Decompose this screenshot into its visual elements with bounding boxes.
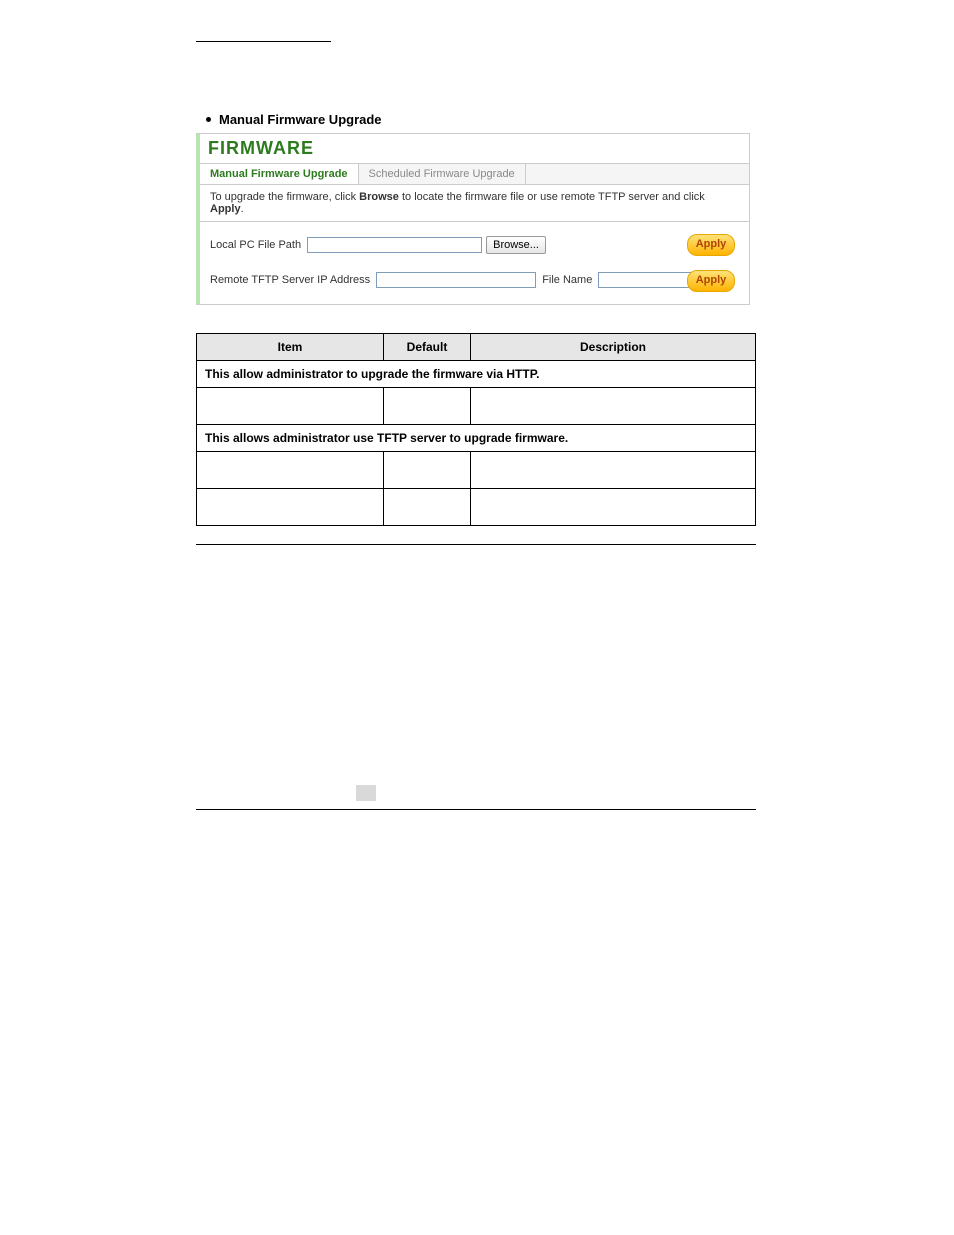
col-header-default: Default (384, 334, 471, 361)
table-row (197, 489, 756, 526)
cell-empty (384, 388, 471, 425)
tab-scheduled-firmware-upgrade[interactable]: Scheduled Firmware Upgrade (359, 164, 526, 184)
divider-line (196, 544, 756, 545)
row-remote-tftp: Remote TFTP Server IP Address File Name … (210, 272, 739, 288)
table-row (197, 388, 756, 425)
panel-title: FIRMWARE (200, 134, 749, 164)
description-table: Item Default Description This allow admi… (196, 333, 756, 526)
apply-button-local[interactable]: Apply (687, 234, 735, 256)
label-remote-tftp-ip: Remote TFTP Server IP Address (210, 274, 370, 286)
table-section-http: This allow administrator to upgrade the … (197, 361, 756, 388)
section-http-text: This allow administrator to upgrade the … (197, 361, 756, 388)
row-local-pc-file-path: Local PC File Path Browse... Apply (210, 236, 739, 254)
cell-empty (471, 388, 756, 425)
col-header-item: Item (197, 334, 384, 361)
apply-button-remote[interactable]: Apply (687, 270, 735, 292)
panel-instruction: To upgrade the firmware, click Browse to… (200, 185, 749, 222)
cell-empty (197, 452, 384, 489)
tab-manual-firmware-upgrade[interactable]: Manual Firmware Upgrade (200, 164, 359, 184)
page-footer (196, 785, 756, 805)
cell-empty (197, 388, 384, 425)
cell-empty (197, 489, 384, 526)
subsection-heading: Manual Firmware Upgrade (206, 112, 756, 127)
section-divider-short (196, 40, 331, 42)
table-header-row: Item Default Description (197, 334, 756, 361)
page-number-box (356, 785, 376, 801)
section-tftp-text: This allows administrator use TFTP serve… (197, 425, 756, 452)
instr-text-1: To upgrade the firmware, click (210, 191, 359, 203)
footer-line (196, 809, 756, 810)
instr-text-2: to locate the firmware file or use remot… (399, 191, 705, 203)
tab-bar: Manual Firmware Upgrade Scheduled Firmwa… (200, 164, 749, 185)
instr-browse-word: Browse (359, 191, 399, 203)
instr-apply-word: Apply (210, 203, 241, 215)
subsection-title: Manual Firmware Upgrade (219, 112, 382, 127)
form-rows: Local PC File Path Browse... Apply Remot… (200, 222, 749, 304)
table-section-tftp: This allows administrator use TFTP serve… (197, 425, 756, 452)
cell-empty (471, 452, 756, 489)
cell-empty (384, 489, 471, 526)
label-file-name: File Name (542, 274, 592, 286)
table-row (197, 452, 756, 489)
firmware-panel: FIRMWARE Manual Firmware Upgrade Schedul… (196, 133, 750, 305)
input-local-pc-file-path[interactable] (307, 237, 482, 253)
label-local-pc-file-path: Local PC File Path (210, 239, 301, 251)
input-remote-tftp-ip[interactable] (376, 272, 536, 288)
col-header-description: Description (471, 334, 756, 361)
cell-empty (384, 452, 471, 489)
browse-button[interactable]: Browse... (486, 236, 546, 254)
bullet-icon (206, 117, 211, 122)
cell-empty (471, 489, 756, 526)
